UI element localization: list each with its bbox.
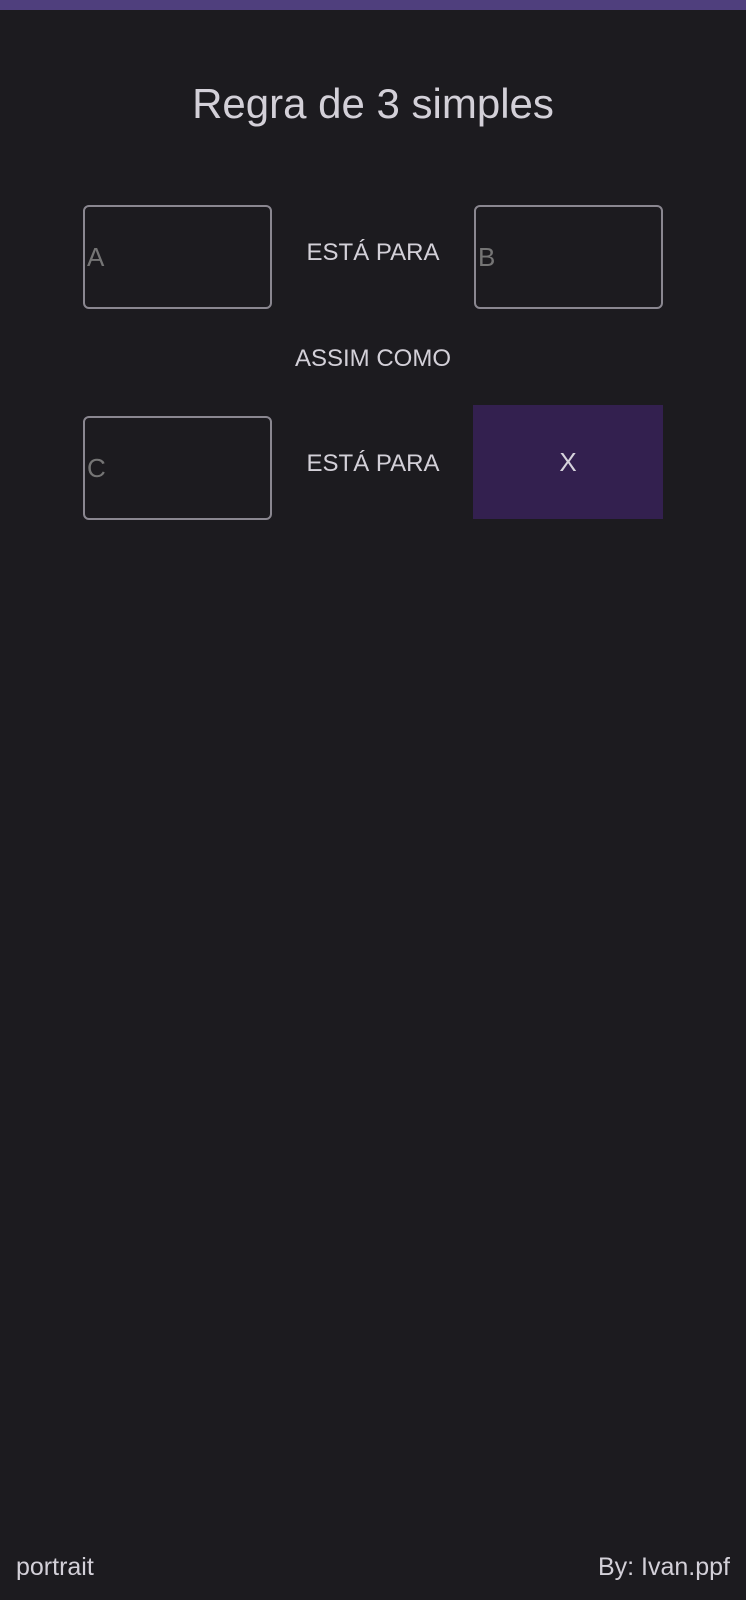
connector-esta-para-1: ESTÁ PARA — [306, 239, 440, 266]
author-credit: By: Ivan.ppf — [597, 1553, 730, 1581]
input-c[interactable] — [83, 416, 272, 520]
result-x-button[interactable]: X — [473, 405, 663, 519]
top-accent-bar — [0, 0, 746, 10]
connector-esta-para-2: ESTÁ PARA — [306, 450, 440, 477]
input-a[interactable] — [83, 205, 272, 309]
result-x-label: X — [559, 446, 577, 477]
page-title: Regra de 3 simples — [192, 80, 554, 127]
input-b[interactable] — [474, 205, 663, 309]
connector-assim-como: ASSIM COMO — [294, 345, 451, 372]
orientation-label: portrait — [16, 1553, 94, 1581]
